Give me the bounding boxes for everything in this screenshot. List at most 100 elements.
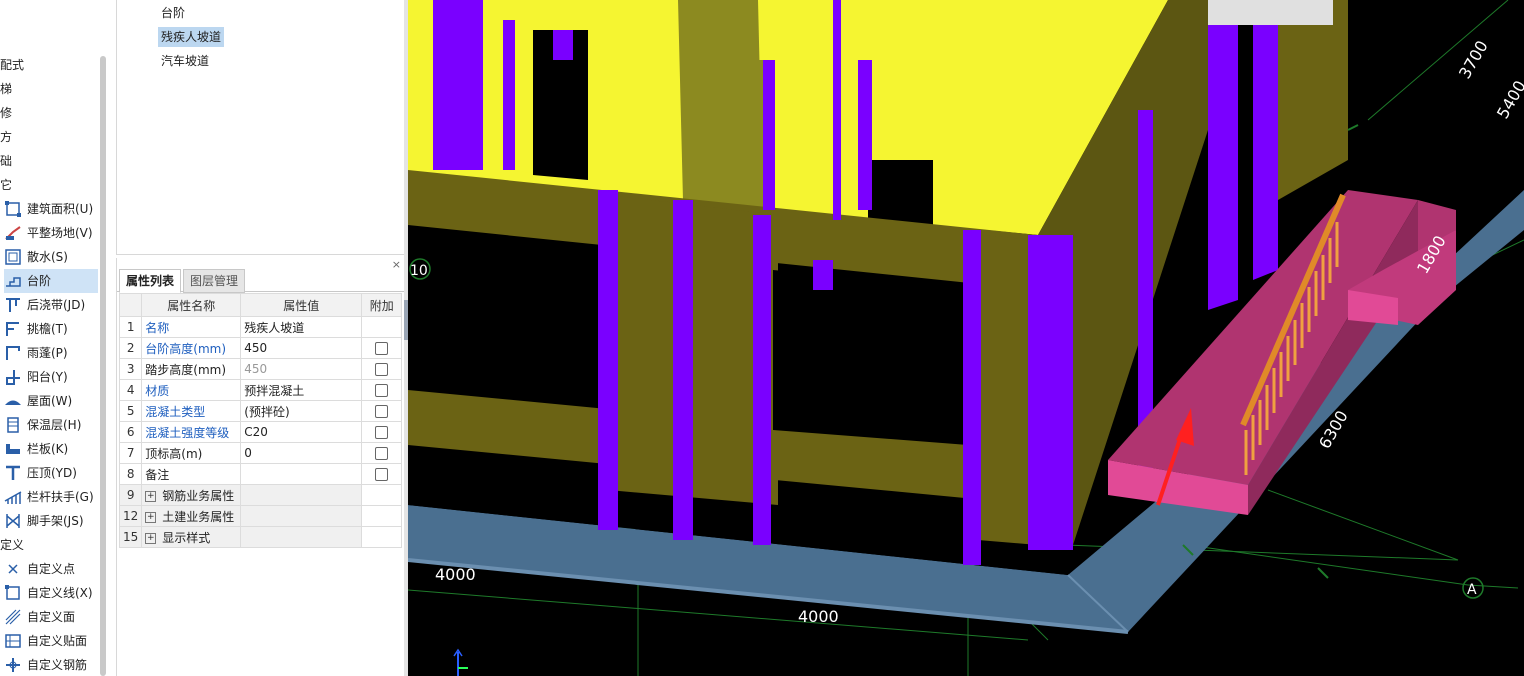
tree-item-custom-point[interactable]: 自定义点: [4, 557, 98, 581]
row-extra: [361, 337, 403, 359]
railing-icon: [4, 488, 22, 506]
table-row[interactable]: 7 顶标高(m) 0: [118, 442, 403, 464]
column: [553, 30, 573, 60]
tree-item-level-site[interactable]: 平整场地(V): [4, 221, 98, 245]
tab-layer-manager[interactable]: 图层管理: [183, 269, 246, 293]
tree-item-custom-veneer[interactable]: 自定义贴面: [4, 629, 98, 653]
tree-group[interactable]: 修: [0, 101, 12, 125]
row-value[interactable]: 预拌混凝土: [240, 379, 363, 401]
tree-group[interactable]: 它: [0, 173, 12, 197]
tree-item-balcony[interactable]: 阳台(Y): [4, 365, 98, 389]
svg-text:10: 10: [410, 263, 428, 279]
custom-veneer-icon: [4, 632, 22, 650]
tree-item-railing[interactable]: 栏杆扶手(G): [4, 485, 98, 509]
header-value: 属性值: [240, 293, 363, 317]
tree-item-step[interactable]: 台阶: [4, 269, 98, 293]
expand-icon[interactable]: +: [145, 490, 157, 502]
custom-face-icon: [4, 608, 22, 626]
row-value[interactable]: 残疾人坡道: [240, 316, 363, 338]
checkbox[interactable]: [375, 447, 389, 460]
checkbox[interactable]: [375, 426, 389, 439]
row-value[interactable]: 450: [240, 337, 363, 359]
checkbox[interactable]: [375, 405, 389, 418]
property-table: 属性名称 属性值 附加 1 名称 残疾人坡道 2 台阶高度(mm) 450 3 …: [118, 293, 403, 548]
table-row[interactable]: 2 台阶高度(mm) 450: [118, 337, 403, 359]
checkbox[interactable]: [375, 363, 389, 376]
column: [598, 190, 618, 530]
table-row[interactable]: 4 材质 预拌混凝土: [118, 379, 403, 401]
column: [433, 0, 483, 170]
tree-item-apron[interactable]: 散水(S): [4, 245, 98, 269]
parapet-icon: [4, 440, 22, 458]
tree-group[interactable]: 梯: [0, 77, 12, 101]
tree-item-roof[interactable]: 屋面(W): [4, 389, 98, 413]
tree-item-canopy[interactable]: 雨蓬(P): [4, 341, 98, 365]
table-row[interactable]: 3 踏步高度(mm) 450: [118, 358, 403, 380]
roof-icon: [4, 392, 22, 410]
checkbox[interactable]: [375, 384, 389, 397]
tree-item-custom-line[interactable]: 自定义线(X): [4, 581, 98, 605]
row-name: 踏步高度(mm): [141, 358, 242, 380]
tree-item-parapet[interactable]: 栏板(K): [4, 437, 98, 461]
tree-item-coping[interactable]: 压顶(YD): [4, 461, 98, 485]
row-value[interactable]: 450: [240, 358, 363, 380]
row-num: 5: [118, 400, 143, 422]
expand-icon[interactable]: +: [145, 511, 157, 523]
tree-item-custom-rebar[interactable]: 自定义钢筋: [4, 653, 98, 676]
opening: [773, 270, 968, 445]
tree-group[interactable]: 配式: [0, 53, 24, 77]
row-value[interactable]: (预拌砼): [240, 400, 363, 422]
apron-icon: [4, 248, 22, 266]
tree-item-scaffold[interactable]: 脚手架(JS): [4, 509, 98, 533]
tree-group[interactable]: 定义: [0, 533, 24, 557]
row-value[interactable]: 0: [240, 442, 363, 464]
tree-group[interactable]: 方: [0, 125, 12, 149]
tree-item-custom-face[interactable]: 自定义面: [4, 605, 98, 629]
tree-item-area[interactable]: 建筑面积(U): [4, 197, 98, 221]
opening: [418, 230, 598, 400]
table-row[interactable]: 9 + 钢筋业务属性: [118, 484, 403, 506]
axis-gizmo-icon: [453, 648, 468, 676]
dim-4000-bottom: 4000: [798, 607, 839, 626]
table-row[interactable]: 15 + 显示样式: [118, 526, 403, 548]
column: [858, 60, 872, 210]
type-item-car-ramp[interactable]: 汽车坡道: [158, 51, 212, 71]
tree-item-post-pour[interactable]: 后浇带(JD): [4, 293, 98, 317]
column: [833, 0, 841, 220]
window-opening: [868, 160, 933, 225]
type-item-step[interactable]: 台阶: [158, 3, 188, 23]
table-row[interactable]: 1 名称 残疾人坡道: [118, 316, 403, 338]
expand-icon[interactable]: +: [145, 532, 157, 544]
tree-item-insulation[interactable]: 保温层(H): [4, 413, 98, 437]
row-num: 1: [118, 316, 143, 338]
tab-property-list[interactable]: 属性列表: [119, 269, 182, 293]
checkbox[interactable]: [375, 342, 389, 355]
row-extra: [361, 442, 403, 464]
tree-item-label: 后浇带(JD): [27, 298, 86, 312]
header-num: [118, 293, 143, 317]
tree-item-label: 压顶(YD): [27, 466, 77, 480]
table-row[interactable]: 6 混凝土强度等级 C20: [118, 421, 403, 443]
table-row[interactable]: 5 混凝土类型 (预拌砼): [118, 400, 403, 422]
row-name: 名称: [141, 316, 242, 338]
step-icon: [4, 272, 22, 290]
row-value[interactable]: [240, 463, 363, 485]
balcony-icon: [4, 368, 22, 386]
tree-item-label: 栏杆扶手(G): [27, 490, 94, 504]
row-value[interactable]: C20: [240, 421, 363, 443]
tree-group[interactable]: 础: [0, 149, 12, 173]
row-name-text: 钢筋业务属性: [162, 488, 235, 503]
model-canvas: 3700 5400 1800 6300 4000 4000 A 10: [408, 0, 1524, 676]
component-tree: 配式 梯 修 方 础 它 建筑面积(U) 平整场地(V) 散水(S) 台阶 后浇…: [0, 0, 112, 676]
checkbox[interactable]: [375, 468, 389, 481]
type-item-accessible-ramp[interactable]: 残疾人坡道: [158, 27, 225, 47]
tree-scrollbar[interactable]: [100, 56, 106, 676]
3d-viewport[interactable]: 3700 5400 1800 6300 4000 4000 A 10: [408, 0, 1524, 676]
insulation-icon: [4, 416, 22, 434]
row-extra: [361, 379, 403, 401]
table-row[interactable]: 12 + 土建业务属性: [118, 505, 403, 527]
table-row[interactable]: 8 备注: [118, 463, 403, 485]
row-name: + 显示样式: [141, 526, 242, 548]
tree-item-eave[interactable]: 挑檐(T): [4, 317, 98, 341]
tree-item-label: 保温层(H): [27, 418, 82, 432]
